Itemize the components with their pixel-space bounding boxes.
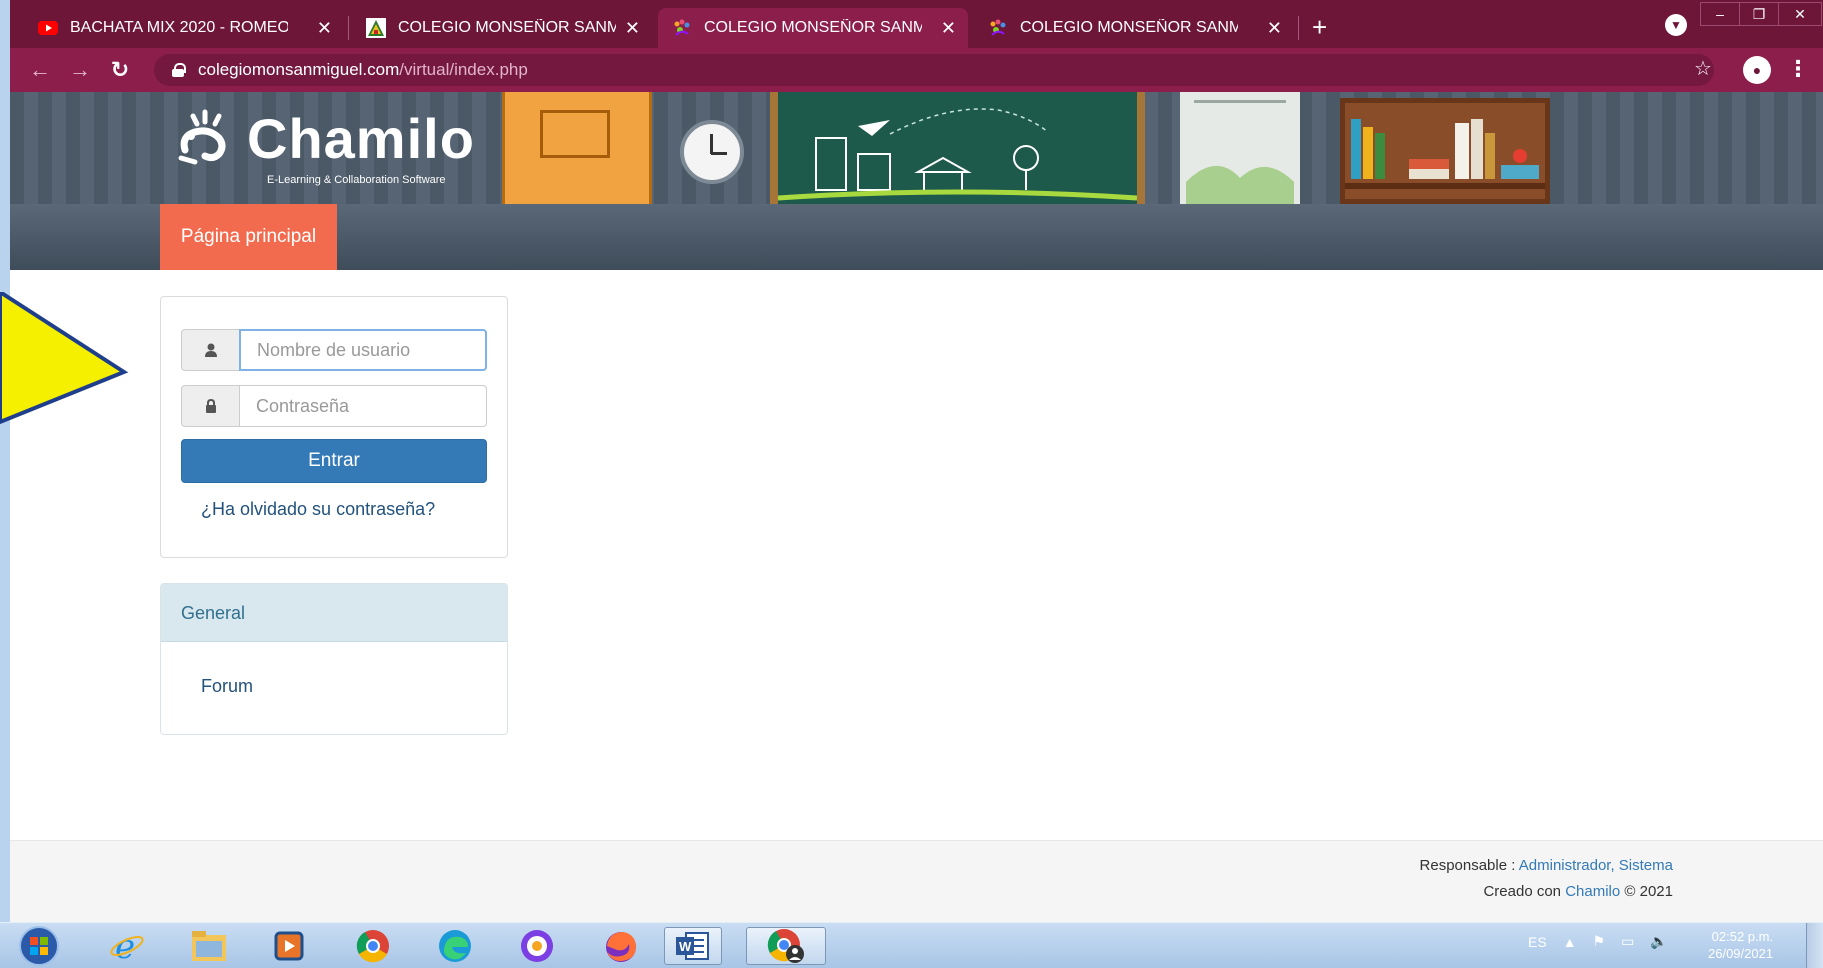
menu-kebab-icon[interactable]: ⋮ bbox=[1787, 56, 1809, 82]
edge-icon[interactable] bbox=[434, 927, 476, 965]
nav-home-tab[interactable]: Página principal bbox=[160, 204, 337, 270]
general-panel: General Forum bbox=[160, 583, 508, 735]
tab-colegio-3[interactable]: COLEGIO MONSEÑOR SANMIGU ✕ bbox=[974, 8, 1294, 48]
firefox-icon[interactable] bbox=[600, 927, 642, 965]
browser-window: BACHATA MIX 2020 - ROMEO SA ✕ COLEGIO MO… bbox=[10, 0, 1823, 922]
internet-explorer-icon[interactable]: e bbox=[106, 927, 148, 965]
brand-tagline: E-Learning & Collaboration Software bbox=[267, 174, 446, 186]
footer-responsible-label: Responsable : bbox=[1419, 857, 1516, 874]
bookmark-star-icon[interactable]: ☆ bbox=[1694, 56, 1712, 81]
file-explorer-icon[interactable] bbox=[188, 927, 230, 965]
forum-link[interactable]: Forum bbox=[201, 676, 253, 697]
url-host: colegiomonsanmiguel.com bbox=[198, 60, 400, 79]
tab-colegio-1[interactable]: COLEGIO MONSEÑOR SANMIGU ✕ bbox=[352, 8, 652, 48]
youtube-icon bbox=[38, 18, 58, 38]
forgot-password-link[interactable]: ¿Ha olvidado su contraseña? bbox=[201, 499, 435, 520]
tab-title: COLEGIO MONSEÑOR SANMIGU bbox=[704, 19, 922, 36]
firefox-focus-icon[interactable] bbox=[516, 927, 558, 965]
login-submit-button[interactable]: Entrar bbox=[181, 439, 487, 483]
footer-admin-link[interactable]: Administrador, Sistema bbox=[1519, 857, 1673, 874]
tab-youtube[interactable]: BACHATA MIX 2020 - ROMEO SA ✕ bbox=[24, 8, 344, 48]
volume-icon[interactable]: 🔈 bbox=[1650, 933, 1667, 950]
minimize-button[interactable]: – bbox=[1700, 2, 1740, 26]
tab-close-icon[interactable]: ✕ bbox=[1267, 18, 1282, 39]
tray-expand-icon[interactable]: ▲ bbox=[1563, 934, 1577, 950]
lock-icon bbox=[181, 385, 239, 427]
chamilo-icon bbox=[988, 18, 1008, 38]
chameleon-icon bbox=[175, 106, 241, 172]
tab-strip: BACHATA MIX 2020 - ROMEO SA ✕ COLEGIO MO… bbox=[10, 0, 1823, 48]
profile-avatar-icon[interactable]: ● bbox=[1743, 56, 1771, 84]
tab-colegio-2-active[interactable]: COLEGIO MONSEÑOR SANMIGU ✕ bbox=[658, 8, 968, 48]
system-clock[interactable]: 02:52 p.m. 26/09/2021 bbox=[1708, 928, 1773, 962]
username-group bbox=[181, 329, 487, 371]
clock-illustration bbox=[680, 120, 744, 184]
svg-text:W: W bbox=[679, 939, 692, 954]
bookshelf-illustration bbox=[1340, 98, 1550, 204]
footer-copyright: © 2021 bbox=[1624, 883, 1673, 900]
chalkboard-illustration bbox=[770, 92, 1145, 204]
tab-close-icon[interactable]: ✕ bbox=[941, 18, 956, 39]
tab-title: COLEGIO MONSEÑOR SANMIGU bbox=[398, 19, 616, 36]
tab-search-icon[interactable]: ▼ bbox=[1665, 14, 1687, 36]
chrome-profile-icon[interactable] bbox=[746, 927, 826, 965]
clock-date: 26/09/2021 bbox=[1708, 946, 1774, 961]
windows-taskbar: e W ES ▲ ⚑ ▭ 🔈 02:52 p.m. 26/09/2021 bbox=[0, 922, 1823, 968]
show-desktop-button[interactable] bbox=[1806, 923, 1823, 968]
close-window-button[interactable]: ✕ bbox=[1778, 2, 1822, 26]
back-icon[interactable]: ← bbox=[26, 56, 54, 84]
tab-close-icon[interactable]: ✕ bbox=[317, 18, 332, 39]
word-icon[interactable]: W bbox=[664, 927, 722, 965]
lock-icon bbox=[172, 63, 186, 77]
tab-title: BACHATA MIX 2020 - ROMEO SA bbox=[70, 19, 288, 36]
chamilo-logo[interactable]: Chamilo E-Learning & Collaboration Softw… bbox=[175, 106, 475, 186]
header-banner: Chamilo E-Learning & Collaboration Softw… bbox=[10, 92, 1823, 204]
clock-time: 02:52 p.m. bbox=[1711, 929, 1774, 944]
login-panel: Entrar ¿Ha olvidado su contraseña? bbox=[160, 296, 508, 558]
new-tab-button[interactable]: + bbox=[1312, 12, 1327, 43]
page-footer: Responsable : Administrador, Sistema Cre… bbox=[10, 840, 1823, 922]
password-group bbox=[181, 385, 487, 427]
school-logo-icon bbox=[366, 18, 386, 38]
username-input[interactable] bbox=[239, 329, 487, 371]
tab-title: COLEGIO MONSEÑOR SANMIGU bbox=[1020, 19, 1238, 36]
user-icon bbox=[181, 329, 239, 371]
poster-illustration bbox=[1180, 92, 1300, 204]
footer-created: Creado con Chamilo © 2021 bbox=[1483, 883, 1673, 900]
tab-separator bbox=[1298, 16, 1299, 40]
main-navbar: Página principal bbox=[10, 204, 1823, 270]
brand-name: Chamilo bbox=[247, 107, 475, 170]
footer-chamilo-link[interactable]: Chamilo bbox=[1565, 883, 1620, 900]
network-icon[interactable]: ▭ bbox=[1621, 933, 1634, 950]
general-panel-title: General bbox=[161, 584, 507, 642]
door-illustration bbox=[502, 92, 652, 204]
footer-responsible: Responsable : Administrador, Sistema bbox=[1420, 857, 1673, 874]
address-bar[interactable]: colegiomonsanmiguel.com/virtual/index.ph… bbox=[154, 54, 1714, 86]
chamilo-icon bbox=[672, 18, 692, 38]
reload-icon[interactable]: ↻ bbox=[106, 56, 134, 84]
password-input[interactable] bbox=[239, 385, 487, 427]
windows-start-icon[interactable] bbox=[18, 926, 60, 966]
yellow-arrow-annotation bbox=[0, 292, 129, 425]
system-tray: ES ▲ ⚑ ▭ 🔈 bbox=[1528, 933, 1684, 950]
action-center-flag-icon[interactable]: ⚑ bbox=[1593, 933, 1606, 950]
browser-toolbar: ← → ↻ colegiomonsanmiguel.com/virtual/in… bbox=[10, 48, 1823, 92]
tab-close-icon[interactable]: ✕ bbox=[625, 18, 640, 39]
tab-separator bbox=[348, 16, 349, 40]
footer-created-prefix: Creado con bbox=[1483, 883, 1562, 900]
restore-button[interactable]: ❐ bbox=[1739, 2, 1779, 26]
language-indicator[interactable]: ES bbox=[1528, 934, 1547, 950]
media-player-icon[interactable] bbox=[268, 927, 310, 965]
svg-text:e: e bbox=[115, 928, 135, 964]
forward-icon[interactable]: → bbox=[66, 56, 94, 84]
chrome-icon[interactable] bbox=[352, 927, 394, 965]
url-path: /virtual/index.php bbox=[399, 60, 528, 79]
